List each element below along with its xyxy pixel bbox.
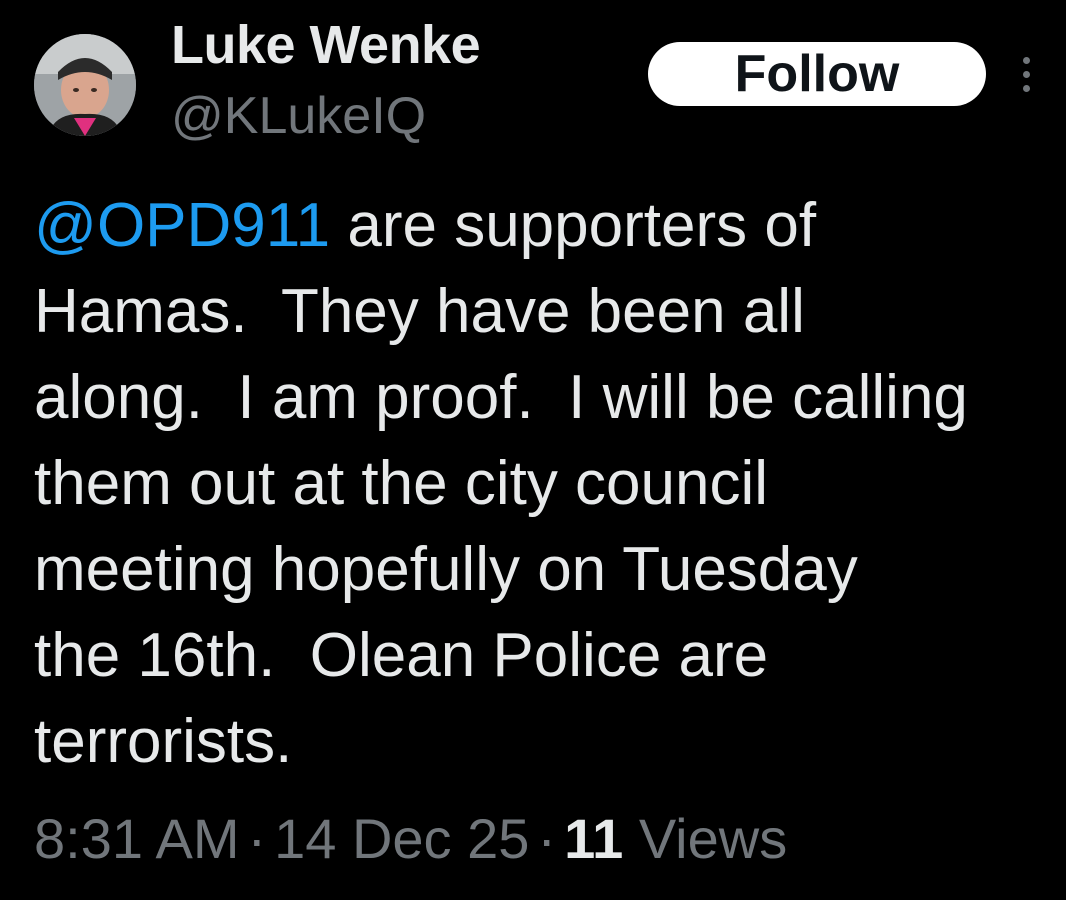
more-options-icon[interactable] [1014,52,1038,96]
views-label: Views [638,807,788,870]
tweet-time[interactable]: 8:31 AM [34,807,239,870]
tweet-line-text: are supporters of [330,191,817,260]
tweet-meta: 8:31 AM · 14 Dec 25 · 11 Views [34,806,787,871]
follow-button[interactable]: Follow [648,42,986,106]
tweet-date[interactable]: 14 Dec 25 [274,807,529,870]
views-count: 11 [564,807,624,870]
author-display-name[interactable]: Luke Wenke [171,14,481,76]
tweet-line: the 16th. Olean Police are [34,621,769,690]
avatar[interactable] [34,34,136,136]
tweet-line: @OPD911 are supporters of [34,183,1054,269]
tweet-card: Luke Wenke @KLukeIQ Follow @OPD911 are s… [0,0,1066,900]
tweet-line: along. I am proof. I will be calling [34,363,968,432]
tweet-line: terrorists. [34,707,293,776]
more-dot [1022,84,1030,92]
meta-separator: · [247,807,267,870]
more-dot [1022,70,1030,78]
more-dot [1022,56,1030,64]
tweet-text: @OPD911 are supporters of Hamas. They hav… [34,183,1054,785]
author-handle[interactable]: @KLukeIQ [171,86,426,146]
tweet-line: Hamas. They have been all [34,277,805,346]
mention-link[interactable]: @OPD911 [34,191,330,260]
meta-separator: · [537,807,557,870]
tweet-line: them out at the city council [34,449,769,518]
tweet-line: meeting hopefully on Tuesday [34,535,858,604]
profile-photo-icon [34,34,136,136]
